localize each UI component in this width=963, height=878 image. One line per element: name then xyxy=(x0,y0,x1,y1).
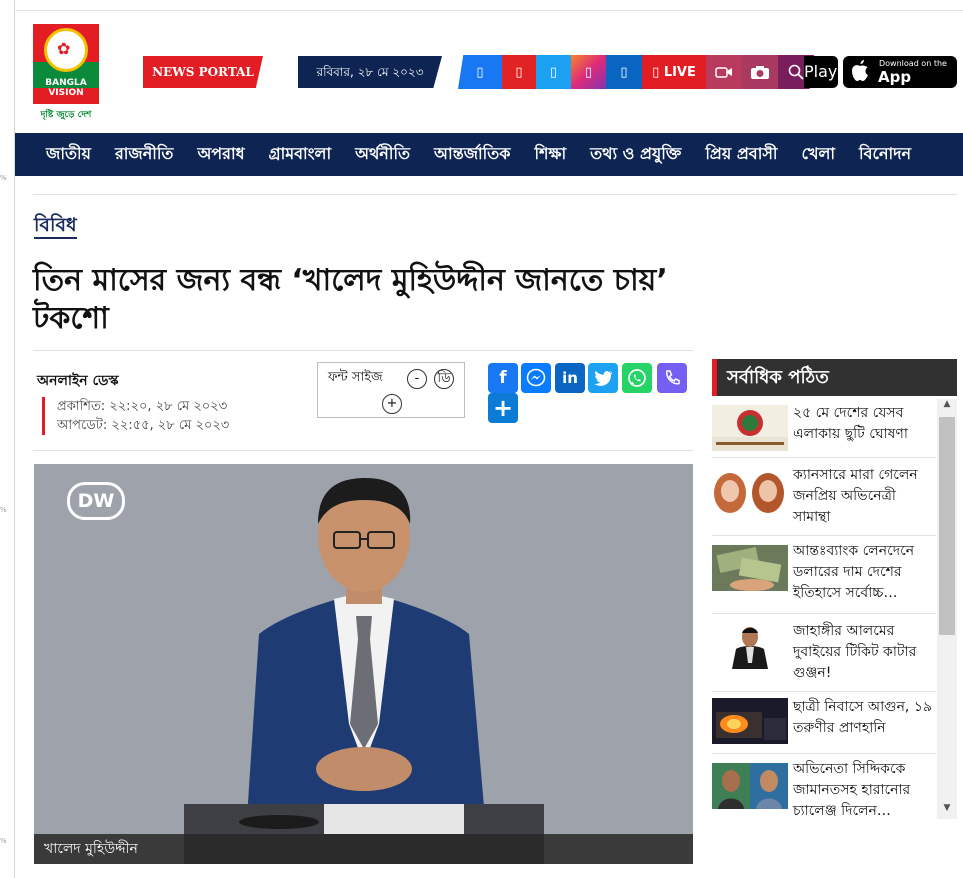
facebook-icon[interactable]: ▯ xyxy=(458,55,502,89)
updated-time: আপডেট: ২২:৫৫, ২৮ মে ২০২৩ xyxy=(57,418,230,433)
most-read-item[interactable]: ছাত্রী নিবাসে আগুন, ১৯ তরুণীর প্রাণহানি xyxy=(712,691,936,754)
linkedin-share-icon[interactable]: in xyxy=(555,363,585,393)
most-read-title: ২৫ মে দেশের যেসব এলাকায় ছুটি ঘোষণা xyxy=(793,405,908,442)
logo-emblem: ✿ xyxy=(44,28,88,72)
camera-icon[interactable] xyxy=(742,55,778,89)
apple-icon xyxy=(851,60,869,87)
whatsapp-share-icon[interactable] xyxy=(622,363,652,393)
logo-tagline: দৃষ্টি জুড়ে দেশ xyxy=(40,110,92,120)
live-button[interactable]: ▯ LIVE xyxy=(642,55,706,89)
most-read-item[interactable]: অভিনেতা সিদ্দিককে জামানতসহ হারানোর চ্যাল… xyxy=(712,753,936,823)
most-read-item[interactable]: আন্তঃব্যাংক লেনদেনে ডলারের দাম দেশের ইতি… xyxy=(712,535,936,614)
published-time: প্রকাশিত: ২২:২০, ২৮ মে ২০২৩ xyxy=(57,399,228,414)
sidebar-scrollbar[interactable]: ▲ ▼ xyxy=(937,399,957,819)
app-store-large-text: App Store xyxy=(878,68,924,104)
nav-item[interactable]: তথ্য ও প্রযুক্তি xyxy=(590,141,681,168)
author-name[interactable]: অনলাইন ডেস্ক xyxy=(37,369,119,393)
nav-item[interactable]: অর্থনীতি xyxy=(355,141,410,168)
most-read-item[interactable]: ২৫ মে দেশের যেসব এলাকায় ছুটি ঘোষণা xyxy=(712,399,936,458)
article-headline: তিন মাসের জন্য বন্ধ ‘খালেদ মুহিউদ্দীন জা… xyxy=(33,263,668,336)
publish-times: প্রকাশিত: ২২:২০, ২৮ মে ২০২৩ আপডেট: ২২:৫৫… xyxy=(42,397,229,435)
youtube-icon[interactable]: ▯ xyxy=(502,55,536,89)
nav-item[interactable]: অপরাধ xyxy=(197,141,244,168)
font-decrease-button[interactable]: - xyxy=(407,369,427,389)
facebook-share-icon[interactable]: f xyxy=(488,363,518,393)
logo-name-line1: BANGLA xyxy=(45,78,87,88)
article-thumbnail xyxy=(712,698,788,744)
most-read-item[interactable]: ক্যানসারে মারা গেলেন জনপ্রিয় অভিনেত্রী … xyxy=(712,457,936,536)
most-read-title: জাহাঙ্গীর আলমের দুবাইয়ের টিকিট কাটার গু… xyxy=(793,623,917,681)
article-thumbnail xyxy=(712,545,788,591)
scrollbar-thumb[interactable] xyxy=(939,417,955,635)
viber-share-icon[interactable] xyxy=(657,363,687,393)
divider xyxy=(33,350,693,351)
more-share-icon[interactable]: + xyxy=(488,393,518,423)
category-link[interactable]: বিবিধ xyxy=(34,213,77,239)
article-thumbnail xyxy=(712,623,788,669)
left-ruler: % % % xyxy=(0,0,15,878)
nav-item[interactable]: শিক্ষা xyxy=(534,141,566,168)
dw-logo: DW xyxy=(67,482,125,520)
presenter-illustration xyxy=(34,464,693,864)
social-links-bar: ▯ ▯ ▯ ▯ ▯ ▯ LIVE xyxy=(458,55,814,89)
nav-item[interactable]: খেলা xyxy=(801,141,835,168)
most-read-heading: সর্বাধিক পঠিত xyxy=(712,359,957,396)
linkedin-icon[interactable]: ▯ xyxy=(606,55,642,89)
nav-item[interactable]: গ্রামবাংলা xyxy=(269,141,332,168)
app-store-button[interactable]: Download on the App Store xyxy=(843,56,957,104)
article-photo: DW খালেদ মুহিউদ্দীন xyxy=(34,464,693,864)
ruler-label: % xyxy=(0,506,7,514)
nav-item[interactable]: রাজনীতি xyxy=(115,141,173,168)
ruler-label: % xyxy=(0,174,7,182)
font-size-label: ফন্ট সাইজ xyxy=(328,370,383,385)
nav-item[interactable]: জাতীয় xyxy=(46,141,91,168)
current-date: রবিবার, ২৮ মে ২০২৩ xyxy=(298,56,442,88)
font-increase-button[interactable]: + xyxy=(382,394,402,414)
live-label: LIVE xyxy=(663,64,696,80)
google-play-button[interactable]: Play xyxy=(804,56,838,88)
nav-item[interactable]: আন্তর্জাতিক xyxy=(434,141,510,168)
twitter-icon[interactable]: ▯ xyxy=(536,55,571,89)
site-logo[interactable]: ✿ BANGLA VISION দৃষ্টি জুড়ে দেশ xyxy=(33,24,99,120)
top-divider xyxy=(14,10,963,11)
article-thumbnail xyxy=(712,467,788,513)
instagram-icon[interactable]: ▯ xyxy=(571,55,606,89)
divider xyxy=(33,450,693,451)
main-navigation: জাতীয় রাজনীতি অপরাধ গ্রামবাংলা অর্থনীতি… xyxy=(15,133,963,176)
logo-name-line2: VISION xyxy=(48,88,84,98)
article-thumbnail xyxy=(712,763,788,809)
video-camera-icon[interactable] xyxy=(706,55,742,89)
twitter-share-icon[interactable] xyxy=(588,363,618,393)
most-read-list: ২৫ মে দেশের যেসব এলাকায় ছুটি ঘোষণা ক্যা… xyxy=(712,399,936,823)
most-read-title: ছাত্রী নিবাসে আগুন, ১৯ তরুণীর প্রাণহানি xyxy=(793,699,932,736)
divider xyxy=(33,194,957,195)
scroll-up-icon[interactable]: ▲ xyxy=(937,399,957,415)
font-size-control: ফন্ট সাইজ - ডি + xyxy=(317,362,465,418)
most-read-title: ক্যানসারে মারা গেলেন জনপ্রিয় অভিনেত্রী … xyxy=(793,467,918,525)
live-icon: ▯ xyxy=(652,64,664,80)
scroll-down-icon[interactable]: ▼ xyxy=(937,803,957,819)
article-thumbnail xyxy=(712,405,788,451)
nav-item[interactable]: প্রিয় প্রবাসী xyxy=(705,141,777,168)
photo-caption: খালেদ মুহিউদ্দীন xyxy=(34,834,693,864)
most-read-title: অভিনেতা সিদ্দিককে জামানতসহ হারানোর চ্যাল… xyxy=(793,761,911,819)
most-read-title: আন্তঃব্যাংক লেনদেনে ডলারের দাম দেশের ইতি… xyxy=(793,543,915,601)
most-read-item[interactable]: জাহাঙ্গীর আলমের দুবাইয়ের টিকিট কাটার গু… xyxy=(712,613,936,692)
news-portal-button[interactable]: NEWS PORTAL xyxy=(143,56,263,88)
app-store-small-text: Download on the xyxy=(879,59,947,68)
messenger-share-icon[interactable] xyxy=(521,363,551,393)
nav-item[interactable]: বিনোদন xyxy=(859,141,911,168)
font-default-button[interactable]: ডি xyxy=(434,369,454,389)
ruler-label: % xyxy=(0,837,7,845)
